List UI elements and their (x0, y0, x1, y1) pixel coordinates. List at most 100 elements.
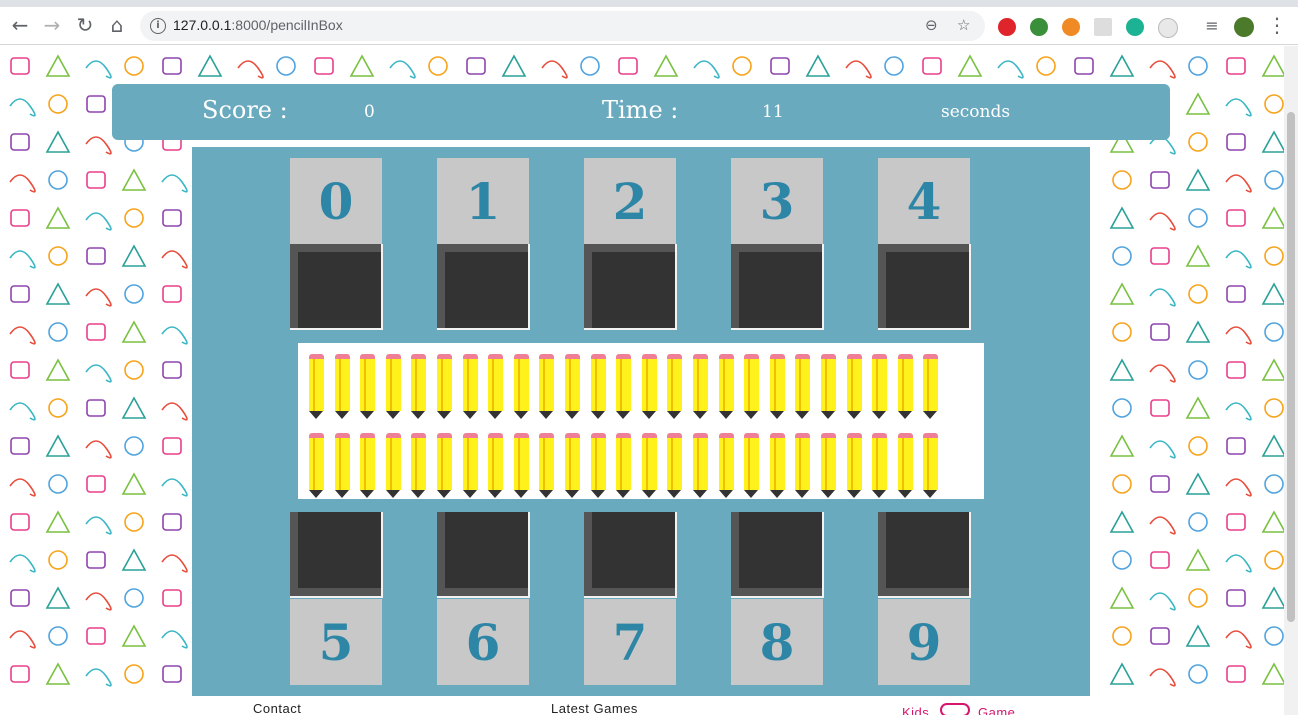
pencil[interactable] (641, 354, 657, 420)
pencil[interactable] (565, 433, 580, 499)
doodle-shape (45, 282, 71, 305)
drop-box-7[interactable] (584, 512, 677, 598)
pencil[interactable] (590, 354, 606, 420)
footer-brand-kids[interactable]: Kids (902, 705, 929, 715)
drop-box-4[interactable] (878, 244, 971, 330)
pencil[interactable] (923, 433, 939, 499)
pencil[interactable] (411, 354, 427, 420)
pencil[interactable] (462, 433, 478, 499)
drop-box-9[interactable] (878, 512, 971, 598)
pencil[interactable] (616, 433, 632, 499)
vue-devtools-icon[interactable] (1126, 18, 1144, 36)
pencil[interactable] (872, 354, 888, 420)
pencil[interactable] (821, 354, 836, 420)
pencil[interactable] (590, 433, 606, 499)
drop-box-8[interactable] (731, 512, 824, 598)
doodle-shape (86, 323, 106, 341)
footer-contact-link[interactable]: Contact (253, 701, 301, 715)
globe-extension-icon[interactable] (1030, 18, 1048, 36)
doodle-shape (162, 209, 182, 227)
pencil[interactable] (385, 433, 401, 499)
pencil[interactable] (923, 354, 939, 420)
pencil[interactable] (309, 354, 324, 420)
pencil[interactable] (718, 433, 734, 499)
forward-arrow-icon[interactable]: → (38, 11, 66, 39)
home-icon[interactable]: ⌂ (103, 11, 131, 39)
pencil[interactable] (488, 433, 504, 499)
pencil[interactable] (693, 433, 708, 499)
pencil[interactable] (795, 354, 811, 420)
profile-avatar[interactable] (1234, 17, 1254, 37)
doodle-shape (85, 440, 112, 459)
pencil[interactable] (539, 354, 555, 420)
pencil[interactable] (360, 433, 376, 499)
pencil[interactable] (513, 354, 529, 420)
pencil[interactable] (309, 433, 324, 499)
scrollbar-thumb[interactable] (1287, 112, 1295, 622)
pencil[interactable] (667, 433, 683, 499)
pencil[interactable] (795, 433, 811, 499)
fox-extension-icon[interactable] (1062, 18, 1080, 36)
bookmark-star-icon[interactable]: ☆ (957, 16, 970, 34)
doodle-shape (1264, 626, 1284, 646)
page-scrollbar[interactable] (1284, 46, 1298, 715)
pencil[interactable] (462, 354, 478, 420)
pencil[interactable] (897, 354, 913, 420)
pencil[interactable] (641, 433, 657, 499)
url-text[interactable]: 127.0.0.1:8000/pencilInBox (173, 17, 343, 33)
pencil[interactable] (513, 433, 529, 499)
pencil[interactable] (744, 433, 760, 499)
pencil[interactable] (565, 354, 580, 420)
pencil[interactable] (334, 433, 350, 499)
pencil[interactable] (769, 354, 785, 420)
footer-latest-games-link[interactable]: Latest Games (551, 701, 638, 715)
back-arrow-icon[interactable]: ← (6, 11, 34, 39)
doodle-shape (1112, 398, 1132, 418)
pencil[interactable] (846, 354, 862, 420)
doodle-shape (85, 60, 112, 79)
pencil[interactable] (616, 354, 632, 420)
doodle-shape (1149, 516, 1176, 535)
drop-box-0[interactable] (290, 244, 383, 330)
drop-box-6[interactable] (437, 512, 530, 598)
pencil[interactable] (693, 354, 708, 420)
site-info-icon[interactable]: i (150, 18, 166, 34)
drop-box-2[interactable] (584, 244, 677, 330)
doodle-shape (1112, 474, 1132, 494)
pencil[interactable] (334, 354, 350, 420)
menu-kebab-icon[interactable]: ⋮ (1263, 11, 1291, 39)
zoom-icon[interactable]: ⊖ (925, 16, 938, 34)
pencil[interactable] (744, 354, 760, 420)
pencil[interactable] (667, 354, 683, 420)
drop-box-3[interactable] (731, 244, 824, 330)
pencil[interactable] (769, 433, 785, 499)
pencil[interactable] (897, 433, 913, 499)
footer-brand-game[interactable]: Game (978, 705, 1015, 715)
drop-box-1[interactable] (437, 244, 530, 330)
face-extension-icon[interactable] (1158, 18, 1178, 38)
pencil[interactable] (385, 354, 401, 420)
drop-box-5[interactable] (290, 512, 383, 598)
pencil[interactable] (437, 433, 452, 499)
reading-list-icon[interactable]: ≡ (1198, 11, 1226, 39)
pencil[interactable] (539, 433, 555, 499)
pencil[interactable] (872, 433, 888, 499)
pencil[interactable] (821, 433, 836, 499)
reload-icon[interactable]: ↻ (71, 11, 99, 39)
doodle-shape (1188, 208, 1208, 228)
pencil[interactable] (846, 433, 862, 499)
pencil[interactable] (437, 354, 452, 420)
pencil[interactable] (718, 354, 734, 420)
doodle-shape (124, 588, 144, 608)
doodle-shape (45, 130, 71, 153)
doodle-shape (1226, 361, 1246, 379)
address-bar[interactable]: i 127.0.0.1:8000/pencilInBox ⊖ ☆ (140, 11, 985, 41)
pencil[interactable] (488, 354, 504, 420)
number-card-6: 6 (437, 599, 529, 685)
pencil[interactable] (360, 354, 376, 420)
grid-extension-icon[interactable] (1094, 18, 1112, 36)
doodle-shape (10, 437, 30, 455)
doodle-shape (85, 212, 112, 231)
opera-extension-icon[interactable] (998, 18, 1016, 36)
pencil[interactable] (411, 433, 427, 499)
